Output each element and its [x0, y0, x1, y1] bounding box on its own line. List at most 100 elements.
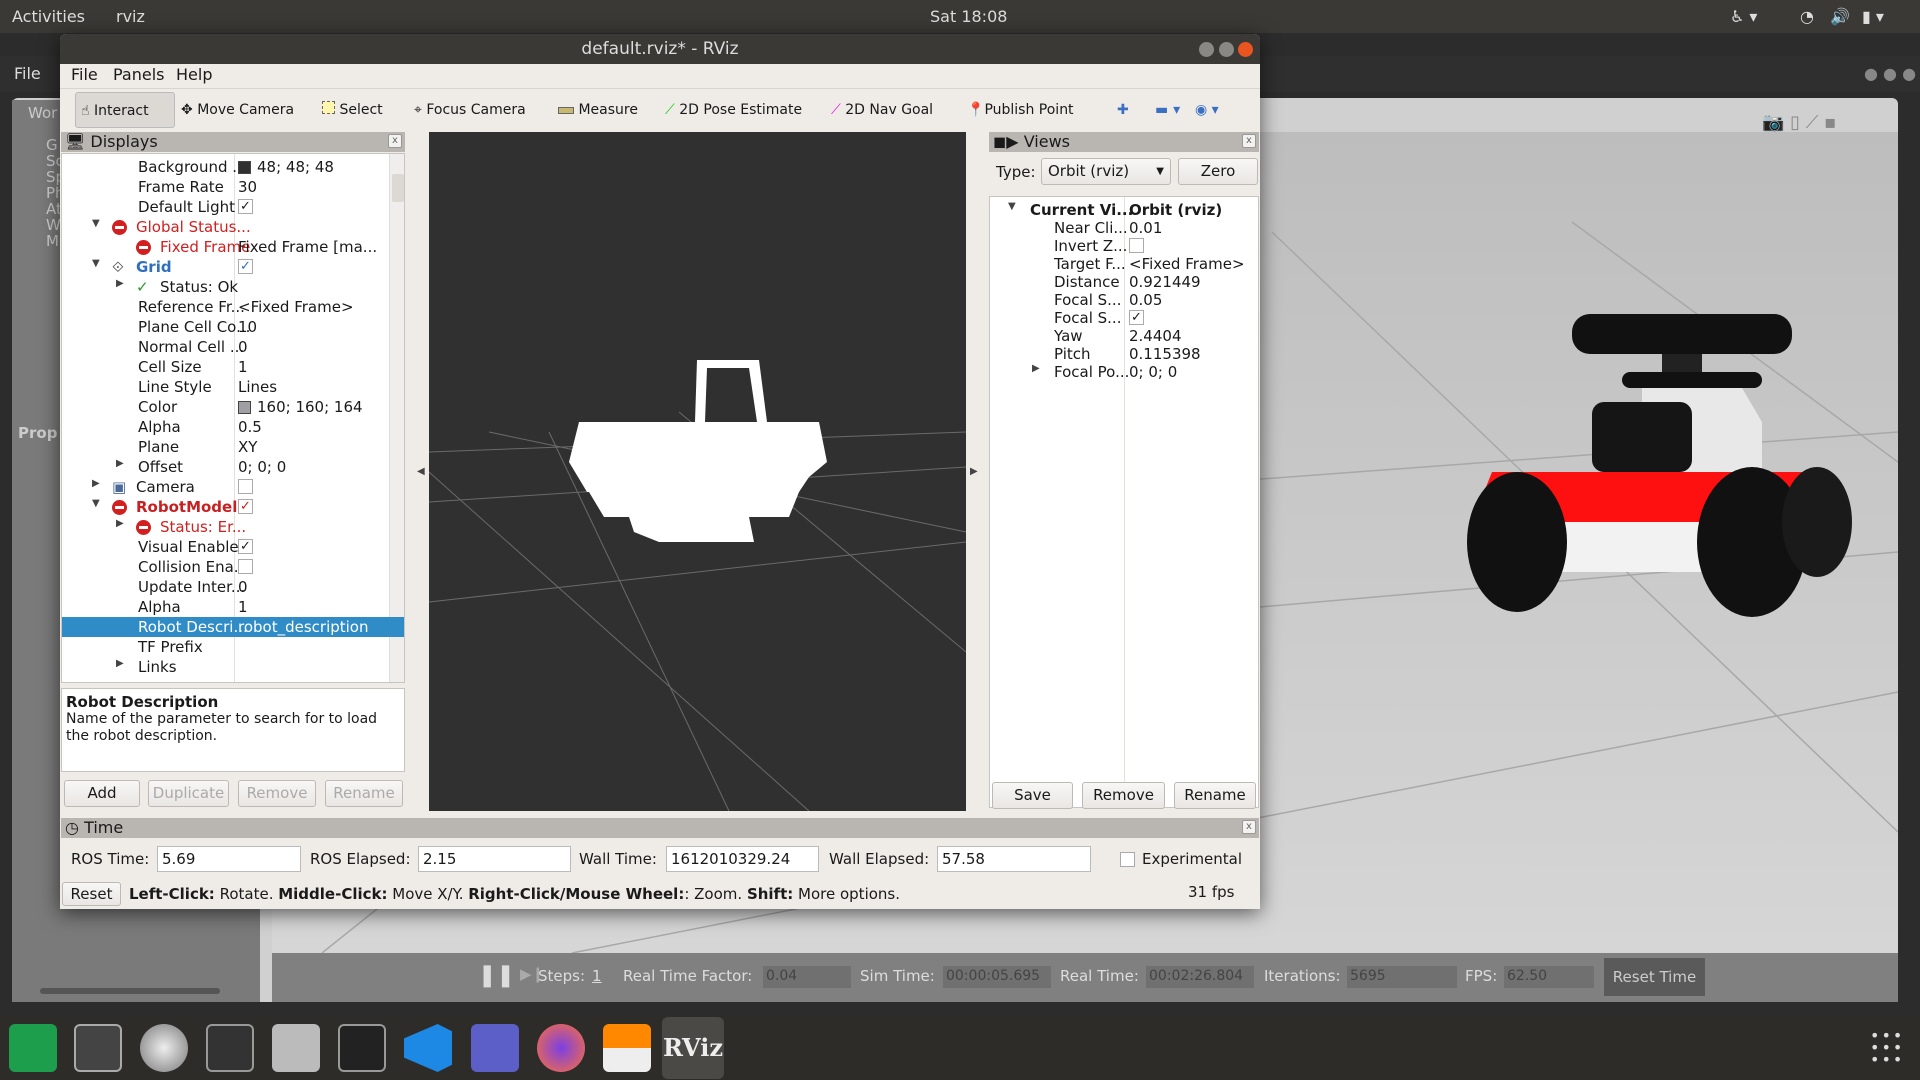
wall-time-field[interactable]: 1612010329.24 — [666, 846, 819, 872]
property-checkbox[interactable] — [1129, 238, 1144, 253]
expanded-arrow-icon[interactable]: ▼ — [1008, 201, 1016, 212]
remove-tool-icon[interactable]: ▬ ▾ — [1155, 97, 1180, 123]
tool-properties-icon[interactable]: ◉ ▾ — [1195, 97, 1219, 123]
tool-2d-nav-goal[interactable]: ⟋ 2D Nav Goal — [831, 97, 933, 123]
save-view-button[interactable]: Save — [992, 782, 1073, 809]
battery-icon[interactable]: ▮ ▾ — [1862, 7, 1884, 26]
property-checkbox[interactable]: ✓ — [238, 259, 253, 274]
property-value[interactable]: robot_description — [238, 618, 369, 636]
expanded-arrow-icon[interactable]: ▼ — [92, 258, 100, 269]
tool-select[interactable]: Select — [322, 97, 383, 123]
property-value[interactable]: Fixed Frame [ma... — [238, 238, 377, 256]
collapsed-arrow-icon[interactable]: ▶ — [116, 278, 124, 289]
collapsed-arrow-icon[interactable]: ▶ — [116, 458, 124, 469]
volume-icon[interactable]: 🔊 — [1830, 7, 1850, 26]
tree-row[interactable]: Update Inter... 0 — [62, 577, 404, 597]
property-checkbox[interactable]: ✓ — [238, 499, 253, 514]
property-value[interactable]: Lines — [238, 378, 277, 396]
tree-row[interactable]: ▶ ▣ Camera — [62, 477, 404, 497]
rename-view-button[interactable]: Rename — [1174, 782, 1256, 809]
property-value[interactable]: 0.01 — [1129, 219, 1162, 237]
tree-row[interactable]: Collision Ena... — [62, 557, 404, 577]
menu-help[interactable]: Help — [176, 65, 212, 84]
gazebo-scrollbar[interactable] — [40, 988, 220, 994]
duplicate-button[interactable]: Duplicate — [148, 780, 229, 807]
tree-row[interactable]: Near Cli... 0.01 — [990, 218, 1258, 237]
close-panel-button[interactable]: x — [1242, 134, 1256, 148]
rviz-3d-view[interactable] — [428, 132, 967, 812]
tree-row[interactable]: Background ... 48; 48; 48 — [62, 157, 404, 177]
zero-button[interactable]: Zero — [1178, 158, 1258, 185]
property-checkbox[interactable] — [238, 559, 253, 574]
tree-row[interactable]: Robot Descri... robot_description — [62, 617, 404, 637]
property-value[interactable]: 0 — [238, 578, 248, 596]
property-value[interactable]: 160; 160; 164 — [257, 398, 363, 416]
tree-row[interactable]: ▼ RobotModel ✓ — [62, 497, 404, 517]
property-value[interactable]: 0 — [238, 338, 248, 356]
remove-display-button[interactable]: Remove — [238, 780, 316, 807]
displays-tree[interactable]: Background ... 48; 48; 48 Frame Rate 30 Defa… — [61, 153, 405, 683]
tree-row[interactable]: Alpha 1 — [62, 597, 404, 617]
gazebo-window-buttons[interactable]: ● ● ● — [1864, 64, 1916, 83]
tree-row[interactable]: Distance 0.921449 — [990, 272, 1258, 291]
reset-time-button[interactable]: Reset Time — [1604, 958, 1705, 996]
property-value[interactable]: 0.5 — [238, 418, 262, 436]
gazebo-tree-item[interactable]: M — [46, 232, 59, 250]
property-value[interactable]: <Fixed Frame> — [238, 298, 354, 316]
tree-row[interactable]: ▼ ⟐ Grid ✓ — [62, 257, 404, 277]
property-value[interactable]: 0.05 — [1129, 291, 1162, 309]
tree-row[interactable]: Yaw 2.4404 — [990, 326, 1258, 345]
gazebo-toolbar-icons[interactable]: 📷 ▯ ⟋ ▪ — [1762, 112, 1836, 133]
property-value[interactable]: 0.115398 — [1129, 345, 1201, 363]
show-apps-icon[interactable]: ••• ••• ••• — [1870, 1028, 1904, 1068]
tree-row[interactable]: ▼ Current Vi... Orbit (rviz) — [990, 200, 1258, 219]
property-value[interactable]: <Fixed Frame> — [1129, 255, 1245, 273]
gazebo-menu-file[interactable]: File — [14, 64, 41, 83]
property-checkbox[interactable] — [238, 479, 253, 494]
property-value[interactable]: 48; 48; 48 — [257, 158, 334, 176]
tree-row[interactable]: Fixed Frame Fixed Frame [ma... — [62, 237, 404, 257]
tree-row[interactable]: Frame Rate 30 — [62, 177, 404, 197]
ros-time-field[interactable]: 5.69 — [157, 846, 301, 872]
collapsed-arrow-icon[interactable]: ▶ — [1032, 363, 1040, 374]
collapsed-arrow-icon[interactable]: ▶ — [116, 658, 124, 669]
menu-panels[interactable]: Panels — [113, 65, 165, 84]
tool-interact[interactable]: ☝ Interact — [75, 92, 175, 128]
vscode-icon[interactable] — [404, 1024, 452, 1072]
teams-icon[interactable] — [471, 1024, 519, 1072]
accessibility-icon[interactable]: ♿ ▾ — [1730, 7, 1757, 26]
tree-row[interactable]: TF Prefix — [62, 637, 404, 657]
tree-row[interactable]: Normal Cell ... 0 — [62, 337, 404, 357]
ros-elapsed-field[interactable]: 2.15 — [418, 846, 571, 872]
property-value[interactable]: Orbit (rviz) — [1129, 201, 1222, 219]
close-button[interactable] — [1238, 42, 1253, 57]
experimental-checkbox[interactable] — [1120, 852, 1135, 867]
tree-row[interactable]: ▶ Focal Po... 0; 0; 0 — [990, 362, 1258, 381]
tree-row[interactable]: Focal S... ✓ — [990, 308, 1258, 327]
tree-row[interactable]: ▶ Links — [62, 657, 404, 677]
tree-row[interactable]: Alpha 0.5 — [62, 417, 404, 437]
rename-display-button[interactable]: Rename — [325, 780, 403, 807]
tree-row[interactable]: Plane XY — [62, 437, 404, 457]
collapse-right-arrow[interactable]: ▶ — [970, 466, 978, 477]
tree-row[interactable]: ▶ Offset 0; 0; 0 — [62, 457, 404, 477]
tree-row[interactable]: Focal S... 0.05 — [990, 290, 1258, 309]
tree-row[interactable]: ▶ Status: Er... — [62, 517, 404, 537]
tree-row[interactable]: Visual Enabled ✓ — [62, 537, 404, 557]
tree-row[interactable]: Line Style Lines — [62, 377, 404, 397]
firefox-icon[interactable] — [537, 1024, 585, 1072]
tool-2d-pose-estimate[interactable]: ⟋ 2D Pose Estimate — [665, 97, 802, 123]
pause-icon[interactable]: ❚❚ — [478, 963, 515, 988]
property-value[interactable]: 10 — [238, 318, 257, 336]
property-checkbox[interactable]: ✓ — [238, 539, 253, 554]
property-value[interactable]: 1 — [238, 598, 248, 616]
property-value[interactable]: XY — [238, 438, 257, 456]
mongodb-compass-icon[interactable] — [140, 1024, 188, 1072]
reset-button[interactable]: Reset — [62, 882, 121, 906]
add-button[interactable]: Add — [64, 780, 140, 807]
terminal-icon[interactable] — [338, 1024, 386, 1072]
pycharm-icon[interactable] — [9, 1024, 57, 1072]
files-icon[interactable] — [272, 1024, 320, 1072]
minimize-button[interactable] — [1199, 42, 1214, 57]
activities-button[interactable]: Activities — [12, 7, 85, 26]
